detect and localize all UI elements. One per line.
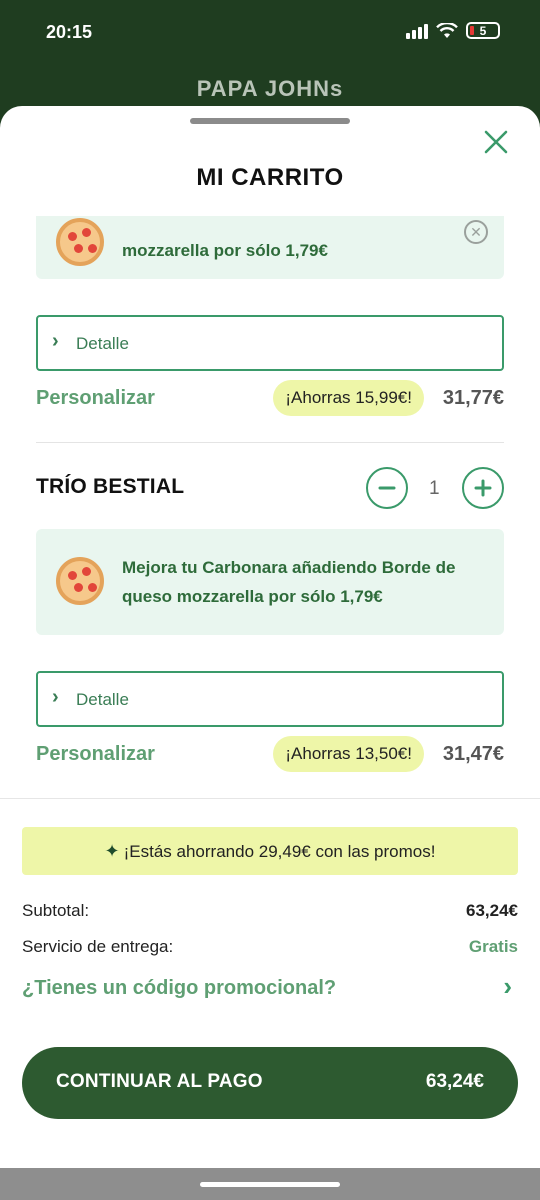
upsell-text: mozzarella por sólo 1,79€ [122, 241, 328, 260]
decrease-quantity-button[interactable] [366, 467, 408, 509]
personalize-link[interactable]: Personalizar [36, 387, 155, 410]
checkout-label: CONTINUAR AL PAGO [56, 1071, 263, 1092]
promo-code-link[interactable]: ¿Tienes un código promocional? [22, 977, 336, 1000]
upsell-promo[interactable]: Mejora tu Carbonara añadiendo Borde de q… [36, 529, 504, 635]
close-button[interactable] [480, 126, 512, 158]
minus-icon [378, 486, 396, 490]
item-actions: Personalizar ¡Ahorras 15,99€! 31,77€ [36, 380, 504, 420]
detail-toggle[interactable]: › Detalle [36, 315, 504, 371]
item-title: TRÍO BESTIAL [36, 475, 185, 498]
home-indicator-bar [0, 1168, 540, 1200]
detail-toggle[interactable]: › Detalle [36, 671, 504, 727]
status-bar: 20:15 5 [0, 0, 540, 66]
cart-sheet: MI CARRITO mozzarella por sólo 1,79€ ✕ ›… [0, 106, 540, 1168]
personalize-link[interactable]: Personalizar [36, 743, 155, 766]
status-time: 20:15 [46, 22, 93, 42]
sheet-title: MI CARRITO [196, 164, 344, 191]
signal-icon [406, 23, 428, 39]
item-price: 31,47€ [442, 743, 504, 765]
battery-icon: 5 [466, 22, 500, 39]
dismiss-icon[interactable]: ✕ [464, 220, 488, 244]
item-actions: Personalizar ¡Ahorras 13,50€! 31,47€ [36, 736, 504, 776]
detail-label: Detalle [76, 334, 129, 353]
subtotal-value: 63,24€ [466, 901, 518, 920]
delivery-label: Servicio de entrega: [22, 937, 174, 956]
savings-badge: ¡Ahorras 15,99€! [273, 380, 424, 416]
close-icon [484, 130, 508, 154]
quantity-value: 1 [429, 478, 440, 499]
plus-icon [474, 479, 492, 497]
sparkle-icon: ✦ [104, 841, 120, 861]
status-icons: 5 [406, 22, 500, 39]
checkout-button[interactable]: CONTINUAR AL PAGO 63,24€ [22, 1047, 518, 1119]
savings-banner: ✦ ¡Estás ahorrando 29,49€ con las promos! [22, 827, 518, 875]
cart-items-list[interactable]: mozzarella por sólo 1,79€ ✕ › Detalle Pe… [0, 216, 540, 798]
home-indicator[interactable] [200, 1182, 340, 1187]
sheet-grabber[interactable] [190, 118, 350, 124]
brand-logo: PAPA JOHNs [196, 76, 344, 101]
chevron-right-icon[interactable]: › [503, 971, 512, 1002]
divider [36, 442, 504, 443]
savings-banner-text: ¡Estás ahorrando 29,49€ con las promos! [123, 842, 436, 861]
pizza-icon [56, 557, 104, 605]
pizza-icon [56, 218, 104, 266]
order-summary: ✦ ¡Estás ahorrando 29,49€ con las promos!… [0, 798, 540, 1168]
battery-level: 5 [479, 23, 487, 38]
item-price: 31,77€ [442, 387, 504, 409]
subtotal-label: Subtotal: [22, 901, 90, 920]
upsell-promo[interactable]: mozzarella por sólo 1,79€ ✕ [36, 216, 504, 279]
increase-quantity-button[interactable] [462, 467, 504, 509]
chevron-right-icon: › [52, 686, 59, 708]
checkout-amount: 63,24€ [425, 1071, 484, 1092]
wifi-icon [436, 22, 458, 38]
upsell-text: Mejora tu Carbonara añadiendo Borde de q… [122, 558, 456, 606]
chevron-right-icon: › [52, 330, 59, 352]
detail-label: Detalle [76, 690, 129, 709]
savings-badge: ¡Ahorras 13,50€! [273, 736, 424, 772]
delivery-value: Gratis [468, 937, 518, 956]
